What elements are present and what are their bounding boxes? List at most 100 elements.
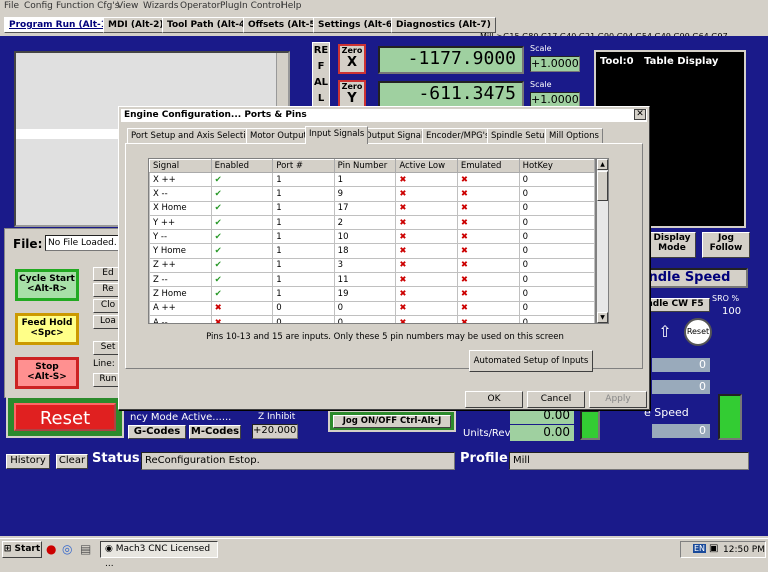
grid-cell[interactable]: Y -- <box>149 229 212 245</box>
grid-cell[interactable]: ✖ <box>395 286 458 302</box>
grid-cell[interactable]: ✖ <box>395 272 458 288</box>
jog-follow-button[interactable]: Jog Follow <box>702 232 750 258</box>
grid-cell[interactable]: 0 <box>518 314 595 323</box>
grid-cell[interactable]: 11 <box>333 272 397 288</box>
ref-all-button[interactable]: REF ALL <box>312 42 330 114</box>
menu-config[interactable]: Config <box>24 1 53 11</box>
grid-cell[interactable]: ✔ <box>210 286 274 302</box>
tab-tool-path[interactable]: Tool Path (Alt-4) <box>162 17 255 33</box>
grid-cell[interactable]: ✖ <box>456 300 520 316</box>
grid-cell[interactable]: Z Home <box>149 286 212 302</box>
grid-cell[interactable]: X Home <box>149 200 212 216</box>
ok-button[interactable]: OK <box>465 391 523 408</box>
menu-file[interactable]: File <box>4 1 19 11</box>
grid-cell[interactable]: 0 <box>333 300 397 316</box>
grid-cell[interactable]: 1 <box>272 229 335 245</box>
grid-cell[interactable]: ✖ <box>395 186 458 202</box>
scroll-thumb[interactable] <box>597 171 608 201</box>
grid-cell[interactable]: 0 <box>518 200 595 216</box>
grid-cell[interactable]: ✔ <box>210 186 274 202</box>
feed-hold-button[interactable]: Feed Hold <Spc> <box>15 313 79 345</box>
table-row[interactable]: Z Home ✔ 1 19 ✖ ✖ 0 <box>149 286 595 302</box>
tab-diagnostics[interactable]: Diagnostics (Alt-7) <box>391 17 496 33</box>
grid-cell[interactable]: ✖ <box>456 286 520 302</box>
task-mach3[interactable]: ◉ Mach3 CNC Licensed ... <box>100 541 218 569</box>
table-row[interactable]: A ++ ✖ 0 0 ✖ ✖ 0 <box>149 300 595 316</box>
automated-setup-button[interactable]: Automated Setup of Inputs <box>469 350 593 372</box>
grid-cell[interactable]: ✖ <box>210 300 274 316</box>
gcodes-button[interactable]: G-Codes <box>128 425 186 439</box>
grid-cell[interactable]: Z ++ <box>149 257 212 274</box>
spindle-reset-button[interactable]: Reset <box>684 318 712 346</box>
grid-cell[interactable]: 3 <box>333 257 397 274</box>
quicklaunch-icon-1[interactable]: ● <box>46 542 56 556</box>
grid-cell[interactable]: ✖ <box>456 272 520 288</box>
grid-cell[interactable]: ✔ <box>210 200 274 216</box>
grid-cell[interactable]: 0 <box>518 229 595 245</box>
z-inhibit-value[interactable]: +20.000 <box>252 424 298 439</box>
menu-plugin-control[interactable]: PlugIn Control <box>220 1 283 11</box>
stop-button[interactable]: Stop <Alt-S> <box>15 357 79 389</box>
display-mode-button[interactable]: Display Mode <box>648 232 696 258</box>
grid-cell[interactable]: 0 <box>518 300 595 316</box>
mcodes-button[interactable]: M-Codes <box>189 425 241 439</box>
menu-operator[interactable]: Operator <box>180 1 220 11</box>
grid-cell[interactable]: ✖ <box>395 214 458 231</box>
menu-function-cfgs[interactable]: Function Cfg's <box>56 1 119 11</box>
grid-cell[interactable]: 0 <box>272 300 335 316</box>
grid-cell[interactable]: X -- <box>149 186 212 202</box>
table-row[interactable]: Y Home ✔ 1 18 ✖ ✖ 0 <box>149 243 595 259</box>
grid-cell[interactable]: X ++ <box>149 171 212 188</box>
grid-cell[interactable]: ✖ <box>395 200 458 216</box>
grid-cell[interactable]: ✖ <box>395 171 458 188</box>
scroll-down-icon[interactable]: ▼ <box>597 312 608 323</box>
grid-cell[interactable]: ✖ <box>456 171 520 188</box>
grid-cell[interactable]: Y Home <box>149 243 212 259</box>
grid-cell[interactable]: ✖ <box>456 314 520 323</box>
grid-cell[interactable]: ✖ <box>395 300 458 316</box>
tab-spindle-setup[interactable]: Spindle Setup <box>487 128 554 143</box>
tab-settings[interactable]: Settings (Alt-6) <box>313 17 402 33</box>
grid-cell[interactable]: 0 <box>518 243 595 259</box>
table-row[interactable]: A -- ✖ 0 0 ✖ ✖ 0 <box>149 314 595 323</box>
grid-cell[interactable]: ✖ <box>456 257 520 274</box>
reset-button[interactable]: Reset <box>14 403 116 431</box>
quicklaunch-icon-3[interactable]: ▤ <box>80 542 91 556</box>
grid-cell[interactable]: 0 <box>272 314 335 323</box>
grid-cell[interactable]: ✔ <box>210 214 274 231</box>
close-icon[interactable]: ✕ <box>634 109 646 120</box>
grid-cell[interactable]: 19 <box>333 286 397 302</box>
jog-onoff-button[interactable]: Jog ON/OFF Ctrl-Alt-J <box>333 415 451 428</box>
grid-cell[interactable]: ✖ <box>456 243 520 259</box>
grid-cell[interactable]: 1 <box>333 171 397 188</box>
language-indicator[interactable]: EN <box>693 544 707 553</box>
tab-port-setup[interactable]: Port Setup and Axis Selection <box>127 128 261 143</box>
table-row[interactable]: X Home ✔ 1 17 ✖ ✖ 0 <box>149 200 595 216</box>
table-row[interactable]: X ++ ✔ 1 1 ✖ ✖ 0 <box>149 171 595 188</box>
grid-cell[interactable]: 1 <box>272 257 335 274</box>
spindle-cw-button[interactable]: ndle CW F5 <box>640 298 710 312</box>
ie-icon[interactable]: ◎ <box>62 542 72 556</box>
grid-cell[interactable]: ✖ <box>456 229 520 245</box>
tray-network-icon[interactable]: ▣ <box>709 543 718 554</box>
tab-encoder-mpgs[interactable]: Encoder/MPG's <box>422 128 494 143</box>
grid-cell[interactable]: 0 <box>518 257 595 274</box>
grid-cell[interactable]: A -- <box>149 314 212 323</box>
grid-cell[interactable]: ✖ <box>210 314 274 323</box>
clear-button[interactable]: Clear <box>56 454 88 469</box>
dro-y[interactable]: -611.3475 <box>378 81 524 109</box>
grid-cell[interactable]: ✖ <box>395 257 458 274</box>
grid-cell[interactable]: 0 <box>333 314 397 323</box>
grid-cell[interactable]: ✔ <box>210 272 274 288</box>
grid-cell[interactable]: 0 <box>518 171 595 188</box>
start-button[interactable]: ⊞ Start <box>2 541 42 558</box>
grid-cell[interactable]: 1 <box>272 286 335 302</box>
zero-x-button[interactable]: Zero X <box>338 44 366 74</box>
tab-mdi[interactable]: MDI (Alt-2) <box>103 17 169 33</box>
grid-cell[interactable]: 0 <box>518 272 595 288</box>
grid-cell[interactable]: 1 <box>272 171 335 188</box>
grid-cell[interactable]: 10 <box>333 229 397 245</box>
input-signals-grid[interactable]: Signal Enabled Port # Pin Number Active … <box>148 158 596 324</box>
scroll-up-icon[interactable]: ▲ <box>597 159 608 170</box>
grid-cell[interactable]: 2 <box>333 214 397 231</box>
